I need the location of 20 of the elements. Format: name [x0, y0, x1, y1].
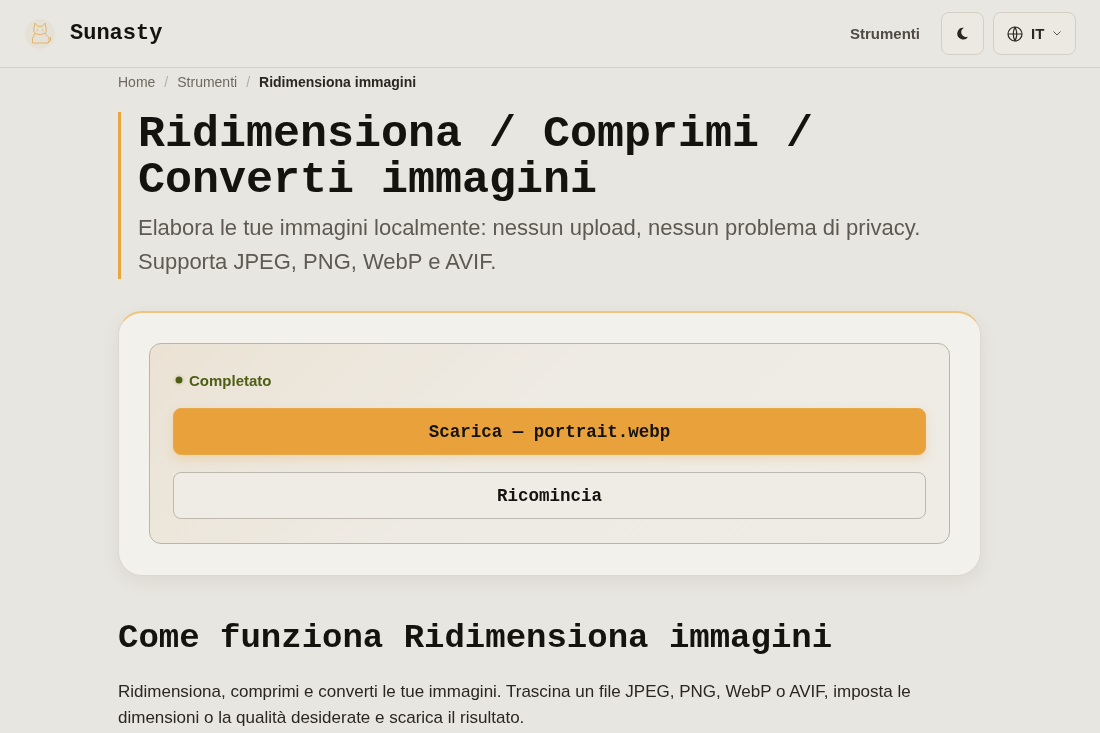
globe-icon [1007, 25, 1023, 42]
chevron-down-icon [1053, 31, 1062, 36]
page-subtitle: Elabora le tue immagini localmente: nessun upload, nessun problema di privacy. Supporta JPEG, PNG, WebP e AVIF. [138, 214, 922, 276]
page-title: Ridimensiona / Comprimi / Converti immagini [138, 112, 815, 204]
cat-icon [25, 18, 55, 49]
download-button[interactable]: Scarica — portrait.webp [173, 408, 926, 455]
section-heading: Come funziona Ridimensiona immagini [118, 618, 834, 658]
breadcrumb-separator: / [246, 74, 251, 90]
moon-icon [956, 27, 969, 40]
theme-toggle-button[interactable] [941, 12, 984, 55]
breadcrumb-link[interactable]: Home [118, 74, 156, 90]
brand-name[interactable]: Sunasty [70, 21, 163, 46]
current-page-text: Ridimensiona immagini [259, 74, 417, 90]
breadcrumb-link[interactable]: Strumenti [177, 74, 238, 90]
nav-link[interactable]: Strumenti [850, 25, 920, 42]
breadcrumb-separator: / [164, 74, 169, 90]
language-button[interactable]: IT [993, 12, 1076, 55]
status-label: Completato [189, 371, 272, 389]
section-text: Ridimensiona, comprimi e converti le tue immagini. Trascina un file JPEG, PNG, WebP o AVIF, imposta le dimensioni o la qualità desiderate e scarica il risultato. [118, 681, 912, 729]
restart-button[interactable]: Ricomincia [173, 472, 926, 519]
